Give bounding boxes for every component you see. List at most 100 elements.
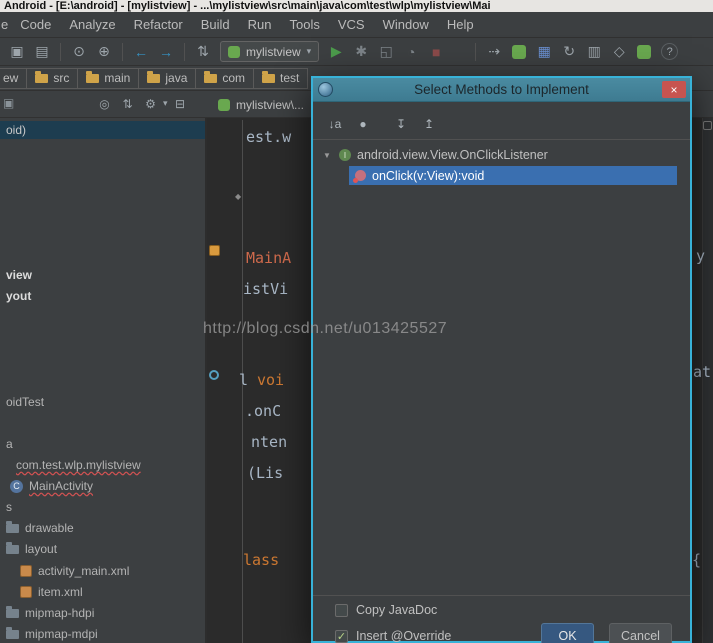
search-icon[interactable]: ⊙ [67, 41, 91, 63]
tree-item-package[interactable]: com.test.wlp.mylistview [16, 456, 141, 474]
toolbar-separator [475, 42, 477, 61]
tree-node-interface[interactable]: ▼ I android.view.View.OnClickListener [323, 146, 548, 164]
gear-icon[interactable]: ⚙ [140, 93, 161, 114]
forward-icon[interactable]: → [154, 41, 178, 63]
fold-marker-icon[interactable]: ◆ [235, 192, 241, 201]
device-monitor-icon[interactable]: ▥ [582, 41, 606, 63]
menu-item-run[interactable]: Run [239, 17, 281, 32]
android-monitor-icon[interactable] [637, 44, 652, 59]
expand-all-icon[interactable]: ↧ [391, 114, 411, 134]
tree-item-androidtest[interactable]: oidTest [6, 393, 44, 411]
close-icon[interactable]: × [662, 81, 686, 98]
breadcrumb-src[interactable]: src [26, 67, 79, 89]
folder-icon [6, 626, 19, 639]
code-fragment: nten [251, 433, 288, 451]
tree-item-drawable[interactable]: drawable [6, 519, 74, 537]
override-gutter-icon[interactable] [209, 370, 219, 380]
menu-item-code[interactable]: Code [11, 17, 60, 32]
back-icon[interactable]: ← [129, 41, 153, 63]
tree-item-label: com.test.wlp.mylistview [16, 458, 141, 472]
error-stripe-icon[interactable] [703, 121, 712, 130]
android-file-icon [218, 98, 230, 111]
history-icon[interactable]: ⇅ [191, 41, 215, 63]
toolbar-separator [60, 42, 61, 61]
editor-tab[interactable]: mylistview\... [206, 91, 318, 118]
sync-icon[interactable]: ↻ [557, 41, 581, 63]
locate-target-icon[interactable]: ◎ [94, 93, 115, 114]
menu-bar: e Code Analyze Refactor Build Run Tools … [0, 12, 713, 38]
folder-icon [6, 541, 19, 554]
tree-item-layout-frag[interactable]: yout [6, 287, 31, 305]
menu-item-refactor[interactable]: Refactor [125, 17, 192, 32]
chevron-expanded-icon[interactable]: ▼ [323, 151, 333, 160]
gradle-icon[interactable]: ◇ [607, 41, 631, 63]
menu-item-analyze[interactable]: Analyze [60, 17, 124, 32]
menu-item-help[interactable]: Help [438, 17, 483, 32]
breadcrumb-com[interactable]: com [195, 67, 255, 89]
code-fragment: (Lis [247, 464, 284, 482]
code-fragment: lass [243, 551, 280, 569]
tree-item-res[interactable]: s [6, 498, 12, 516]
bookmark-icon[interactable] [209, 245, 220, 256]
tree-item-java[interactable]: a [6, 435, 13, 453]
tree-item-view[interactable]: view [6, 266, 32, 284]
breadcrumb-label: test [280, 71, 300, 85]
collapse-all-icon[interactable]: ↥ [419, 114, 439, 134]
breadcrumb-java[interactable]: java [138, 67, 197, 89]
class-icon: C [10, 479, 23, 493]
code-fragment: y [696, 247, 706, 265]
tree-item-android-selected[interactable]: oid) [0, 121, 205, 139]
breadcrumb-test[interactable]: test [253, 67, 309, 89]
tree-item-mainactivity[interactable]: C MainActivity [10, 477, 93, 495]
collapse-all-icon[interactable]: ⊟ [170, 93, 191, 114]
sdk-manager-icon[interactable]: ▦ [532, 41, 556, 63]
open-project-icon[interactable]: ▣ [5, 41, 29, 63]
profiler-button[interactable]: ◔ [399, 41, 423, 63]
sort-icon[interactable]: ⇅ [117, 93, 138, 114]
stop-button[interactable]: ■ [424, 41, 448, 63]
menu-item-tools[interactable]: Tools [280, 17, 328, 32]
tree-item-mipmap-hdpi[interactable]: mipmap-hdpi [6, 604, 94, 622]
copy-javadoc-option[interactable]: Copy JavaDoc [335, 602, 437, 618]
run-config-select[interactable]: mylistview ▾ [220, 41, 320, 62]
chevron-down-icon: ▾ [163, 98, 168, 108]
breadcrumb-main[interactable]: main [77, 67, 140, 89]
dialog-titlebar[interactable]: Select Methods to Implement × [313, 78, 690, 102]
main-toolbar: ▣ ▤ ⊙ ⊕ ← → ⇅ mylistview ▾ ▶ ✱ ◱ ◔ ■ ⇢ ▦… [0, 38, 713, 66]
breadcrumb-label: src [53, 71, 70, 85]
find-in-path-icon[interactable]: ⊕ [92, 41, 116, 63]
save-all-icon[interactable]: ▤ [30, 41, 54, 63]
tree-item-mipmap-mdpi[interactable]: mipmap-mdpi [6, 625, 98, 643]
run-button[interactable]: ▶ [324, 41, 348, 63]
cancel-button[interactable]: Cancel [609, 623, 672, 643]
breadcrumb-fragment[interactable]: ew [0, 67, 28, 89]
tool-window-icon[interactable]: ▣ [3, 96, 14, 110]
copy-javadoc-checkbox[interactable] [335, 603, 348, 617]
attach-debugger-icon[interactable]: ⇢ [482, 41, 506, 63]
insert-override-checkbox[interactable]: ✓ [335, 629, 348, 643]
coverage-button[interactable]: ◱ [374, 41, 398, 63]
breadcrumb-label: com [222, 71, 246, 85]
tree-item-item-xml[interactable]: item.xml [20, 583, 83, 601]
insert-override-label: Insert @Override [356, 629, 452, 643]
menu-item-window[interactable]: Window [374, 17, 438, 32]
copy-javadoc-label: Copy JavaDoc [356, 603, 438, 617]
folder-icon [204, 70, 218, 83]
folder-icon [6, 605, 19, 618]
menu-item-build[interactable]: Build [192, 17, 239, 32]
debug-button[interactable]: ✱ [349, 41, 373, 63]
tree-node-method-selected[interactable]: onClick(v:View):void [349, 166, 677, 185]
insert-override-option[interactable]: ✓ Insert @Override [335, 628, 451, 643]
ok-button[interactable]: OK [541, 623, 594, 643]
menu-item-vcs[interactable]: VCS [329, 17, 374, 32]
tree-item-label: layout [25, 542, 58, 556]
android-icon [228, 45, 240, 58]
window-titlebar[interactable]: Android - [E:\android] - [mylistview] - … [0, 0, 713, 12]
tree-item-activity-main-xml[interactable]: activity_main.xml [20, 562, 129, 580]
tree-item-label: s [6, 500, 12, 514]
show-classes-icon[interactable]: ● [353, 114, 373, 134]
sort-alphabetically-icon[interactable]: ↓a [325, 114, 345, 134]
avd-manager-icon[interactable] [512, 44, 527, 59]
help-icon[interactable]: ? [661, 43, 679, 60]
tree-item-layout[interactable]: layout [6, 540, 57, 558]
